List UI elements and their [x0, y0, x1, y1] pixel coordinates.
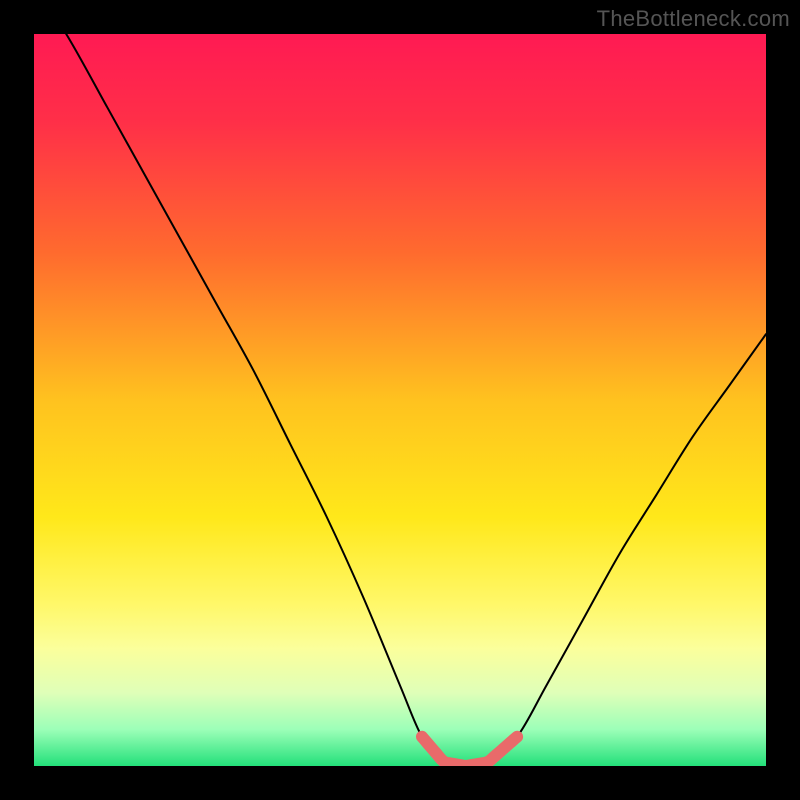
watermark-text: TheBottleneck.com: [597, 6, 790, 32]
plot-area: [34, 34, 766, 766]
chart-frame: TheBottleneck.com: [0, 0, 800, 800]
bottleneck-curve-chart: [34, 34, 766, 766]
gradient-background: [34, 34, 766, 766]
